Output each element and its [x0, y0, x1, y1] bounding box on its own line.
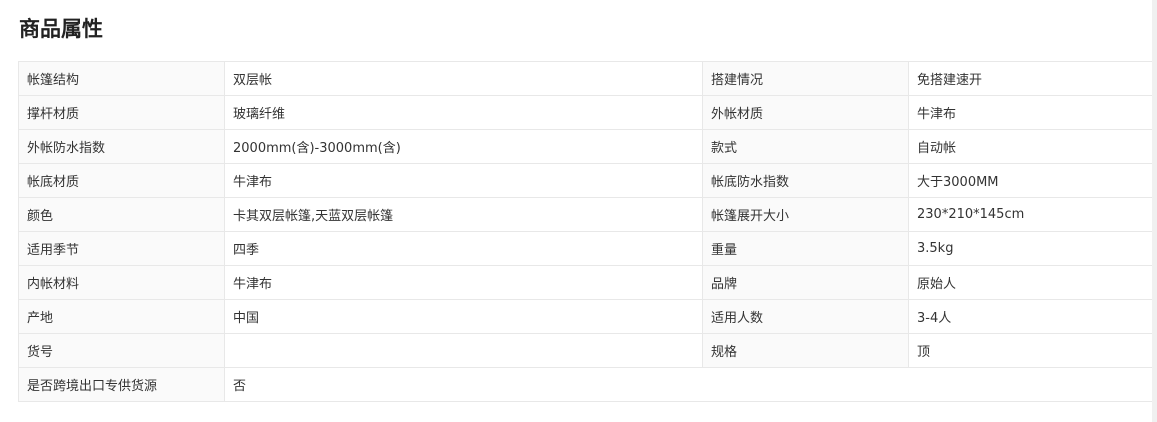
- attribute-label: 是否跨境出口专供货源: [18, 367, 225, 402]
- attribute-label: 适用季节: [18, 231, 225, 266]
- attribute-value: 3-4人: [908, 299, 1154, 334]
- attribute-value: 230*210*145cm: [908, 197, 1154, 232]
- attribute-value: 双层帐: [224, 61, 703, 96]
- section-title: 商品属性: [19, 17, 103, 41]
- attribute-value: 原始人: [908, 265, 1154, 300]
- table-row: 外帐防水指数 2000mm(含)-3000mm(含) 款式 自动帐: [18, 129, 1154, 164]
- attribute-value: 牛津布: [224, 265, 703, 300]
- table-row: 颜色 卡其双层帐篷,天蓝双层帐篷 帐篷展开大小 230*210*145cm: [18, 197, 1154, 232]
- attribute-label: 产地: [18, 299, 225, 334]
- attribute-value: 卡其双层帐篷,天蓝双层帐篷: [224, 197, 703, 232]
- attribute-value: 牛津布: [224, 163, 703, 198]
- attribute-label: 帐篷展开大小: [702, 197, 909, 232]
- attribute-label: 帐篷结构: [18, 61, 225, 96]
- attribute-label: 规格: [702, 333, 909, 368]
- attribute-label: 外帐防水指数: [18, 129, 225, 164]
- attribute-value: 自动帐: [908, 129, 1154, 164]
- table-row: 产地 中国 适用人数 3-4人: [18, 299, 1154, 334]
- attribute-value: 否: [224, 367, 1154, 402]
- attribute-value: [224, 333, 703, 368]
- attribute-value: 顶: [908, 333, 1154, 368]
- attribute-label: 帐底防水指数: [702, 163, 909, 198]
- attribute-label: 帐底材质: [18, 163, 225, 198]
- attribute-label: 货号: [18, 333, 225, 368]
- table-row: 内帐材料 牛津布 品牌 原始人: [18, 265, 1154, 300]
- table-row: 帐底材质 牛津布 帐底防水指数 大于3000MM: [18, 163, 1154, 198]
- attribute-value: 大于3000MM: [908, 163, 1154, 198]
- product-attributes-panel: 商品属性 帐篷结构 双层帐 搭建情况 免搭建速开 撑杆材质 玻璃纤维 外帐材质 …: [0, 0, 1154, 422]
- attribute-label: 品牌: [702, 265, 909, 300]
- attribute-label: 外帐材质: [702, 95, 909, 130]
- attribute-value: 3.5kg: [908, 231, 1154, 266]
- attribute-label: 款式: [702, 129, 909, 164]
- attribute-label: 颜色: [18, 197, 225, 232]
- table-row: 货号 规格 顶: [18, 333, 1154, 368]
- attribute-value: 免搭建速开: [908, 61, 1154, 96]
- page-edge: [1152, 0, 1157, 422]
- attribute-value: 中国: [224, 299, 703, 334]
- table-row: 是否跨境出口专供货源 否: [18, 367, 1154, 402]
- attribute-value: 玻璃纤维: [224, 95, 703, 130]
- attributes-table: 帐篷结构 双层帐 搭建情况 免搭建速开 撑杆材质 玻璃纤维 外帐材质 牛津布 外…: [18, 61, 1154, 402]
- attribute-label: 重量: [702, 231, 909, 266]
- attribute-value: 2000mm(含)-3000mm(含): [224, 129, 703, 164]
- attribute-label: 适用人数: [702, 299, 909, 334]
- attribute-label: 内帐材料: [18, 265, 225, 300]
- table-row: 撑杆材质 玻璃纤维 外帐材质 牛津布: [18, 95, 1154, 130]
- attribute-value: 牛津布: [908, 95, 1154, 130]
- attribute-value: 四季: [224, 231, 703, 266]
- table-row: 适用季节 四季 重量 3.5kg: [18, 231, 1154, 266]
- attribute-label: 搭建情况: [702, 61, 909, 96]
- table-row: 帐篷结构 双层帐 搭建情况 免搭建速开: [18, 61, 1154, 96]
- attribute-label: 撑杆材质: [18, 95, 225, 130]
